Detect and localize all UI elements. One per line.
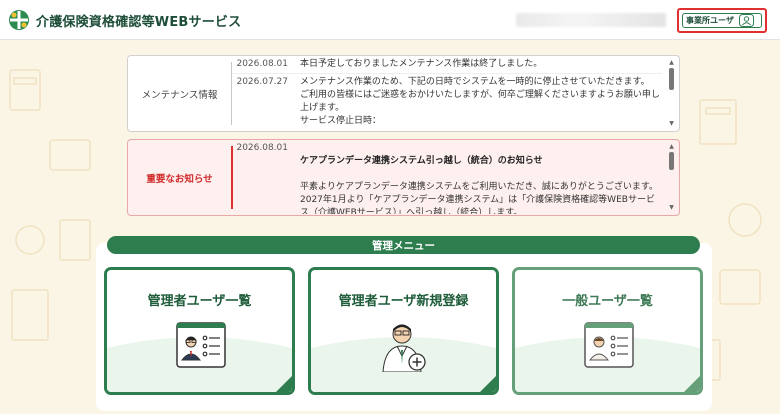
app-logo-icon bbox=[9, 10, 29, 30]
important-notice-label: 重要なお知らせ bbox=[146, 173, 213, 185]
notice-text: 平素よりケアプランデータ連携システムをご利用いただき、誠にありがとうございます。… bbox=[300, 182, 659, 214]
notice-content: ケアプランデータ連携システム引っ越し（統合）のお知らせ 平素よりケアプランデータ… bbox=[300, 142, 662, 214]
user-account-button[interactable]: 事業所ユーザ bbox=[677, 8, 767, 33]
admin-user-register-card[interactable]: 管理者ユーザ新規登録 bbox=[308, 267, 499, 395]
card-corner-arrow-icon bbox=[480, 376, 496, 392]
notice-title: ケアプランデータ連携システム引っ越し（統合）のお知らせ bbox=[300, 156, 543, 166]
notice-date: 2026.08.01 bbox=[236, 59, 288, 69]
user-name-masked bbox=[516, 13, 666, 27]
important-notice-list[interactable]: 2026.08.01 ケアプランデータ連携システム引っ越し（統合）のお知らせ 平… bbox=[232, 142, 662, 214]
maintenance-notice-label: メンテナンス情報 bbox=[141, 89, 218, 101]
general-user-list-icon bbox=[584, 322, 634, 368]
admin-user-list-icon bbox=[176, 322, 226, 368]
user-icon bbox=[738, 14, 754, 27]
important-scrollbar[interactable]: ▲ ▼ bbox=[668, 144, 675, 211]
notice-text: メンテナンス作業のため、下記の日時でシステムを一時的に停止させていただきます。 … bbox=[300, 77, 660, 126]
scroll-thumb[interactable] bbox=[669, 152, 674, 170]
maintenance-scrollbar[interactable]: ▲ ▼ bbox=[668, 60, 675, 127]
notice-text: 本日予定しておりましたメンテナンス作業は終了しました。 bbox=[300, 59, 543, 69]
card-title: 一般ユーザ一覧 bbox=[562, 294, 653, 309]
scroll-up-arrow-icon[interactable]: ▲ bbox=[668, 60, 675, 66]
notice-date: 2026.08.01 bbox=[236, 143, 288, 153]
maintenance-notice-panel: メンテナンス情報 2026.08.01 本日予定しておりましたメンテナンス作業は… bbox=[127, 55, 680, 132]
notice-row: 2026.08.01 本日予定しておりましたメンテナンス作業は終了しました。 bbox=[232, 58, 662, 71]
general-user-list-card[interactable]: 一般ユーザ一覧 bbox=[512, 267, 703, 395]
important-notice-panel: 重要なお知らせ 2026.08.01 ケアプランデータ連携システム引っ越し（統合… bbox=[127, 139, 680, 216]
maintenance-notice-list[interactable]: 2026.08.01 本日予定しておりましたメンテナンス作業は終了しました。 2… bbox=[232, 58, 662, 130]
admin-user-list-card[interactable]: 管理者ユーザ一覧 bbox=[104, 267, 295, 395]
header-bar: 介護保険資格確認等WEBサービス 事業所ユーザ bbox=[0, 0, 780, 40]
scroll-down-arrow-icon[interactable]: ▼ bbox=[668, 121, 675, 127]
card-title: 管理者ユーザ一覧 bbox=[147, 294, 252, 309]
menu-header: 管理メニュー bbox=[107, 236, 700, 254]
app-title: 介護保険資格確認等WEBサービス bbox=[36, 15, 242, 30]
admin-user-register-icon bbox=[382, 324, 426, 372]
notice-row: 2026.08.01 ケアプランデータ連携システム引っ越し（統合）のお知らせ 平… bbox=[232, 142, 662, 214]
scroll-thumb[interactable] bbox=[669, 68, 674, 90]
notice-row: 2026.07.27 メンテナンス作業のため、下記の日時でシステムを一時的に停止… bbox=[232, 73, 662, 128]
card-title: 管理者ユーザ新規登録 bbox=[338, 294, 469, 309]
card-corner-arrow-icon bbox=[684, 376, 700, 392]
user-type-label: 事業所ユーザ bbox=[686, 16, 734, 25]
scroll-up-arrow-icon[interactable]: ▲ bbox=[668, 144, 675, 150]
card-corner-arrow-icon bbox=[276, 376, 292, 392]
notice-date: 2026.07.27 bbox=[236, 77, 288, 87]
scroll-down-arrow-icon[interactable]: ▼ bbox=[668, 205, 675, 211]
